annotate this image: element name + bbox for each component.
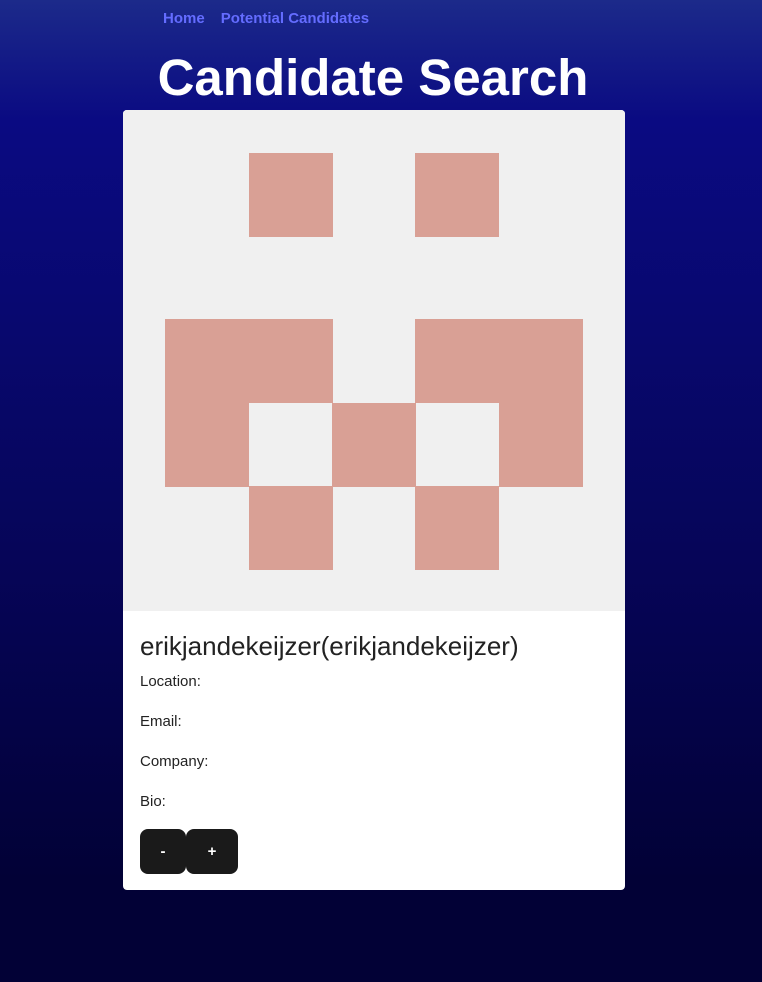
page-title: Candidate Search <box>157 49 589 106</box>
bio-label: Bio: <box>140 793 166 810</box>
candidate-avatar <box>123 110 625 611</box>
location-label: Location: <box>140 673 201 690</box>
save-candidate-button[interactable]: + <box>186 829 238 874</box>
candidate-details: erikjandekeijzer(erikjandekeijzer) Locat… <box>140 629 608 874</box>
candidate-actions: - + <box>140 829 238 874</box>
top-nav: Home Potential Candidates <box>163 9 369 29</box>
nav-link-potential-candidates[interactable]: Potential Candidates <box>221 9 369 29</box>
nav-link-home[interactable]: Home <box>163 9 205 29</box>
company-label: Company: <box>140 753 209 770</box>
reject-candidate-button[interactable]: - <box>140 829 186 874</box>
candidate-card: erikjandekeijzer(erikjandekeijzer) Locat… <box>123 110 625 890</box>
candidate-name: erikjandekeijzer(erikjandekeijzer) <box>140 631 519 661</box>
email-label: Email: <box>140 713 182 730</box>
